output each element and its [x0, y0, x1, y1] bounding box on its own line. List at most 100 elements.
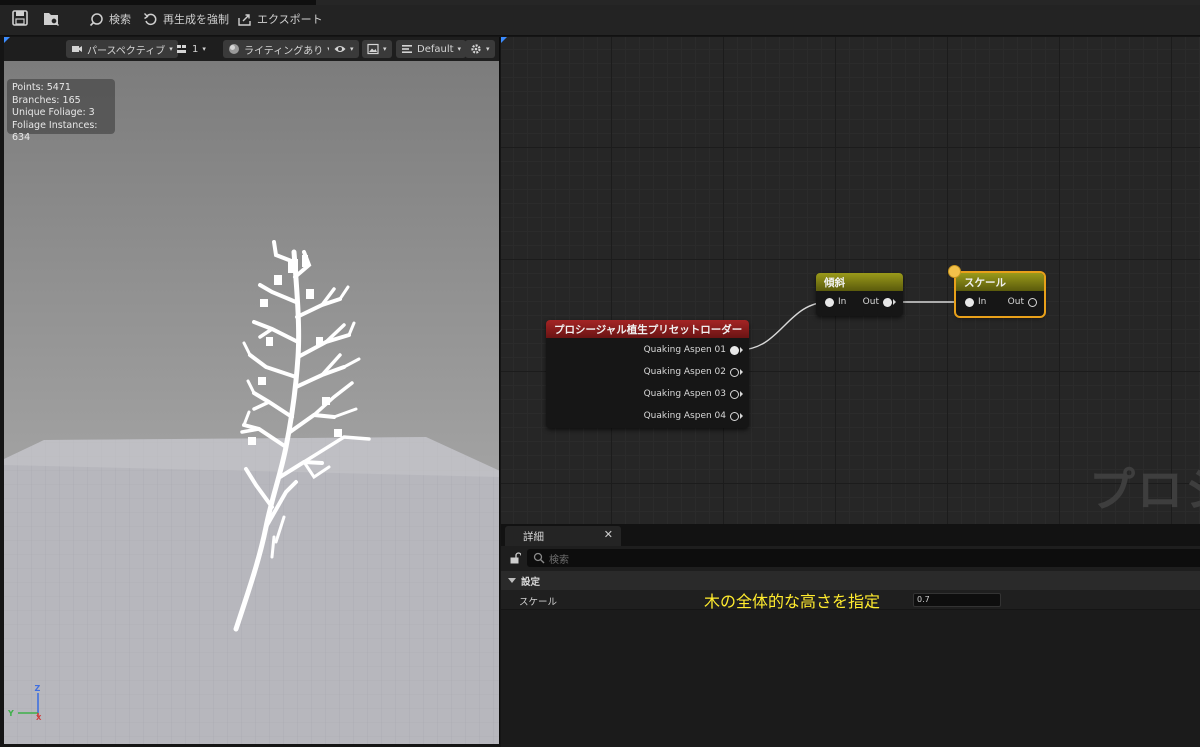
force-regenerate-label: 再生成を強制	[163, 13, 229, 26]
output-pin-quaking-aspen-03[interactable]: Quaking Aspen 03	[644, 389, 743, 399]
axis-y-label: Y	[7, 709, 14, 718]
axis-z-label: Z	[35, 684, 41, 693]
scale-property-label: スケール	[519, 597, 558, 608]
pin-arrow-icon	[740, 347, 743, 353]
pin-connected-icon	[730, 345, 739, 355]
viewport-stats-overlay: Points: 5471 Branches: 165 Unique Foliag…	[7, 79, 115, 143]
perspective-label: パースペクティブ	[87, 45, 166, 57]
details-search-row: 検索	[501, 546, 1200, 571]
save-icon[interactable]	[11, 9, 29, 27]
axis-gizmo: Z Y X	[7, 684, 42, 721]
output-pin-quaking-aspen-04[interactable]: Quaking Aspen 04	[644, 411, 743, 421]
camera-icon	[72, 46, 82, 52]
search-button-label: 検索	[109, 13, 131, 26]
details-tab[interactable]: 詳細 ✕	[505, 526, 621, 546]
preset-loader-node[interactable]: プロシージャル植生プリセットローダー Quaking Aspen 01 Quak…	[546, 320, 749, 428]
gear-icon	[471, 44, 481, 54]
search-icon	[89, 12, 103, 26]
layout-dropdown[interactable]: Default ▾	[396, 40, 467, 58]
scale-property-row: スケール 木の全体的な高さを指定 0.7	[501, 590, 1200, 611]
output-pin-label: Out	[1007, 297, 1024, 307]
layout-label: Default	[417, 43, 454, 55]
pin-arrow-icon	[740, 369, 743, 375]
scale-property-annotation: 木の全体的な高さを指定	[704, 592, 881, 611]
force-regenerate-button[interactable]: 再生成を強制	[143, 8, 229, 30]
pin-empty-icon	[1028, 297, 1037, 307]
lighting-mode-label: ライティングあり	[244, 45, 324, 57]
preset-loader-node-title: プロシージャル植生プリセットローダー	[546, 320, 749, 338]
pin-empty-icon	[730, 389, 739, 399]
input-pin-label: In	[978, 297, 987, 307]
output-pin-label: Out	[862, 297, 879, 307]
editor-window: 検索 再生成を強制 エクスポート パースペクティブ ▾ 1 ▾ ライティングあり…	[0, 0, 1200, 747]
node-comment-bubble-icon[interactable]	[948, 265, 961, 278]
layout-list-icon	[402, 45, 412, 53]
chevron-down-icon: ▾	[383, 45, 387, 53]
stat-unique-foliage: Unique Foliage: 3	[12, 107, 95, 118]
settings-section-label: 設定	[521, 577, 541, 588]
output-pin-quaking-aspen-01[interactable]: Quaking Aspen 01	[644, 345, 743, 355]
scale-output-pin[interactable]: Out	[1008, 297, 1037, 307]
stat-points: Points: 5471	[12, 82, 71, 93]
chevron-down-icon: ▾	[350, 45, 354, 53]
pin-arrow-icon	[893, 299, 896, 305]
unlock-icon[interactable]	[509, 552, 521, 564]
pin-connected-icon	[965, 297, 974, 307]
export-button[interactable]: エクスポート	[237, 8, 323, 30]
camera-speed-dropdown[interactable]: 1 ▾	[171, 40, 211, 58]
search-button[interactable]: 検索	[89, 8, 131, 30]
show-flags-dropdown[interactable]: ▾	[329, 40, 359, 58]
pin-empty-icon	[730, 367, 739, 377]
tilt-output-pin[interactable]: Out	[863, 297, 896, 307]
camera-speed-label: 1	[192, 43, 199, 55]
stat-foliage-instances: Foliage Instances: 634	[12, 119, 98, 144]
browse-folder-icon[interactable]	[42, 9, 60, 27]
pin-connected-icon	[883, 297, 892, 307]
chevron-down-icon: ▾	[202, 45, 206, 53]
input-pin-label: In	[838, 297, 847, 307]
tilt-node-title: 傾斜	[816, 273, 903, 291]
pin-arrow-icon	[740, 413, 743, 419]
scale-node-title: スケール	[956, 273, 1044, 291]
details-tab-bar: 詳細 ✕	[501, 524, 1200, 546]
stat-branches: Branches: 165	[12, 94, 81, 106]
lit-sphere-icon	[229, 44, 239, 54]
scale-node[interactable]: スケール In Out	[954, 271, 1046, 318]
main-toolbar: 検索 再生成を強制 エクスポート	[0, 0, 1200, 36]
undo-arrow-icon	[144, 12, 157, 25]
axis-x-label: X	[36, 714, 42, 721]
node-graph-canvas[interactable]: プロシ プロシージャル植生プリセットローダー Quaking Aspen 01 …	[501, 37, 1200, 524]
perspective-dropdown[interactable]: パースペクティブ ▾	[66, 40, 178, 58]
viewport-corner-marker	[4, 37, 10, 43]
export-button-label: エクスポート	[257, 13, 323, 26]
tilt-input-pin[interactable]: In	[825, 297, 846, 307]
scale-input-pin[interactable]: In	[965, 297, 986, 307]
preview-viewport[interactable]: パースペクティブ ▾ 1 ▾ ライティングあり ▾ ▾ Default ▾ ▾ …	[4, 37, 500, 744]
pin-empty-icon	[730, 411, 739, 421]
output-pin-label: Quaking Aspen 04	[643, 411, 726, 421]
output-pin-label: Quaking Aspen 02	[643, 367, 726, 377]
details-search-input[interactable]: 検索	[527, 549, 1200, 567]
eye-icon	[334, 46, 346, 52]
output-pin-label: Quaking Aspen 03	[643, 389, 726, 399]
details-tab-label: 詳細	[523, 531, 544, 543]
pin-arrow-icon	[740, 391, 743, 397]
view-mode-dropdown[interactable]: ▾	[362, 40, 392, 58]
chevron-down-icon: ▾	[457, 45, 462, 53]
output-pin-label: Quaking Aspen 01	[643, 345, 726, 355]
close-icon[interactable]: ✕	[604, 528, 613, 541]
details-search-placeholder: 検索	[549, 555, 569, 566]
caret-down-icon	[508, 578, 516, 583]
camera-speed-icon	[177, 45, 186, 53]
image-icon	[367, 43, 379, 55]
export-icon	[238, 13, 251, 26]
lighting-mode-dropdown[interactable]: ライティングあり ▾	[223, 40, 336, 58]
details-panel: 詳細 ✕ 検索 設定 スケール 木の全体的な高さを指定 0.7	[501, 524, 1200, 747]
tilt-node[interactable]: 傾斜 In Out	[816, 273, 903, 316]
details-empty-area	[501, 610, 1200, 747]
scale-value-input[interactable]: 0.7	[913, 593, 1001, 607]
title-strip-tab	[316, 0, 1200, 5]
search-icon	[533, 552, 545, 564]
output-pin-quaking-aspen-02[interactable]: Quaking Aspen 02	[644, 367, 743, 377]
viewport-settings-dropdown[interactable]: ▾	[465, 40, 495, 58]
